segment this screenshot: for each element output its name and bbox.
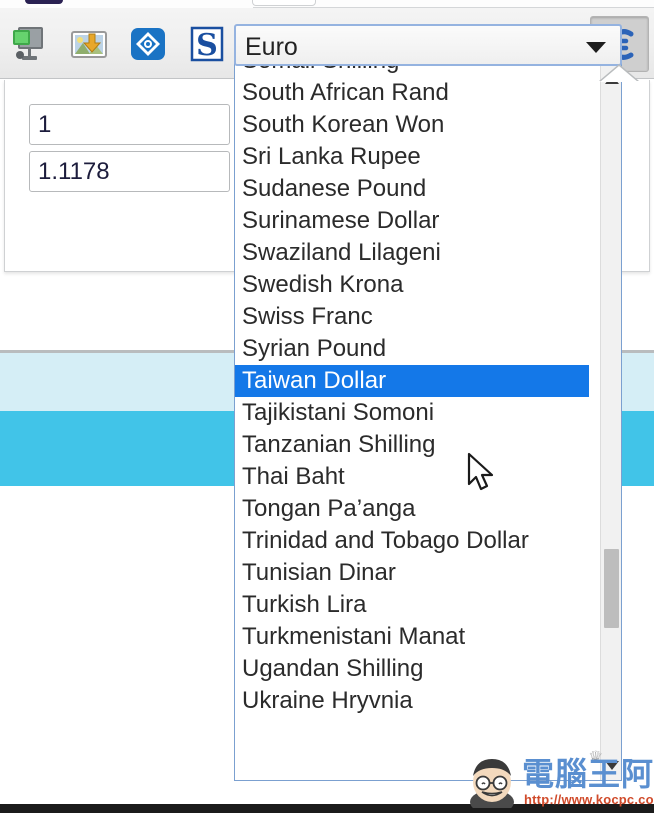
dropdown-option[interactable]: Tajikistani Somoni: [235, 397, 602, 429]
currency-dropdown-list[interactable]: Somali ShillingSouth African RandSouth K…: [234, 62, 622, 781]
dropdown-option[interactable]: Swedish Krona: [235, 269, 602, 301]
screenshot-root: S e fb: [0, 0, 654, 813]
converted-result-input[interactable]: [29, 151, 230, 192]
dropdown-option[interactable]: Syrian Pound: [235, 333, 602, 365]
currency-select-value: Euro: [245, 33, 298, 61]
popup-callout-arrow: [600, 66, 638, 82]
dropdown-option[interactable]: Sri Lanka Rupee: [235, 141, 602, 173]
toolbar-button-letter-s[interactable]: S: [177, 16, 236, 72]
dropdown-option[interactable]: Tanzanian Shilling: [235, 429, 602, 461]
dropdown-option[interactable]: Taiwan Dollar: [235, 365, 589, 397]
chevron-down-icon: [586, 42, 606, 53]
watermark-face-icon: [470, 759, 514, 808]
screen-capture-icon: [12, 27, 43, 60]
currency-option-list: Somali ShillingSouth African RandSouth K…: [235, 63, 602, 717]
letter-s-icon: S: [190, 26, 223, 63]
toolbar-button-blue-diamond[interactable]: [118, 16, 177, 72]
dropdown-option[interactable]: Surinamese Dollar: [235, 205, 602, 237]
dropdown-option[interactable]: Tongan Pa’anga: [235, 493, 602, 525]
dropdown-option[interactable]: Turkish Lira: [235, 589, 602, 621]
dropdown-option[interactable]: Swaziland Lilageni: [235, 237, 602, 269]
browser-tab-stub-right[interactable]: [252, 0, 316, 6]
currency-select[interactable]: Euro: [234, 24, 622, 66]
amount-input[interactable]: [29, 104, 230, 145]
svg-text:S: S: [196, 28, 218, 63]
dropdown-option[interactable]: South African Rand: [235, 77, 602, 109]
image-download-icon: [70, 31, 107, 58]
browser-tab-stub-left[interactable]: [25, 0, 63, 4]
dropdown-option[interactable]: Swiss Franc: [235, 301, 602, 333]
toolbar-button-image-download[interactable]: [59, 16, 118, 72]
dropdown-option[interactable]: Thai Baht: [235, 461, 602, 493]
toolbar-button-screen-capture[interactable]: [0, 16, 59, 72]
watermark-url: http://www.kocpc.com.tw: [524, 792, 654, 807]
dropdown-option[interactable]: Trinidad and Tobago Dollar: [235, 525, 602, 557]
dropdown-option[interactable]: Ukraine Hryvnia: [235, 685, 602, 717]
watermark: ♕ 電腦王阿達 http://www.kocpc.com.tw: [466, 748, 654, 812]
dropdown-option[interactable]: Sudanese Pound: [235, 173, 602, 205]
dropdown-option[interactable]: South Korean Won: [235, 109, 602, 141]
dropdown-scrollbar[interactable]: [600, 63, 621, 780]
blue-diamond-icon: [130, 28, 165, 60]
dropdown-scrollbar-thumb[interactable]: [604, 549, 619, 628]
watermark-title: 電腦王阿達: [522, 755, 654, 793]
dropdown-option[interactable]: Ugandan Shilling: [235, 653, 602, 685]
dropdown-option[interactable]: Tunisian Dinar: [235, 557, 602, 589]
dropdown-option[interactable]: Turkmenistani Manat: [235, 621, 602, 653]
